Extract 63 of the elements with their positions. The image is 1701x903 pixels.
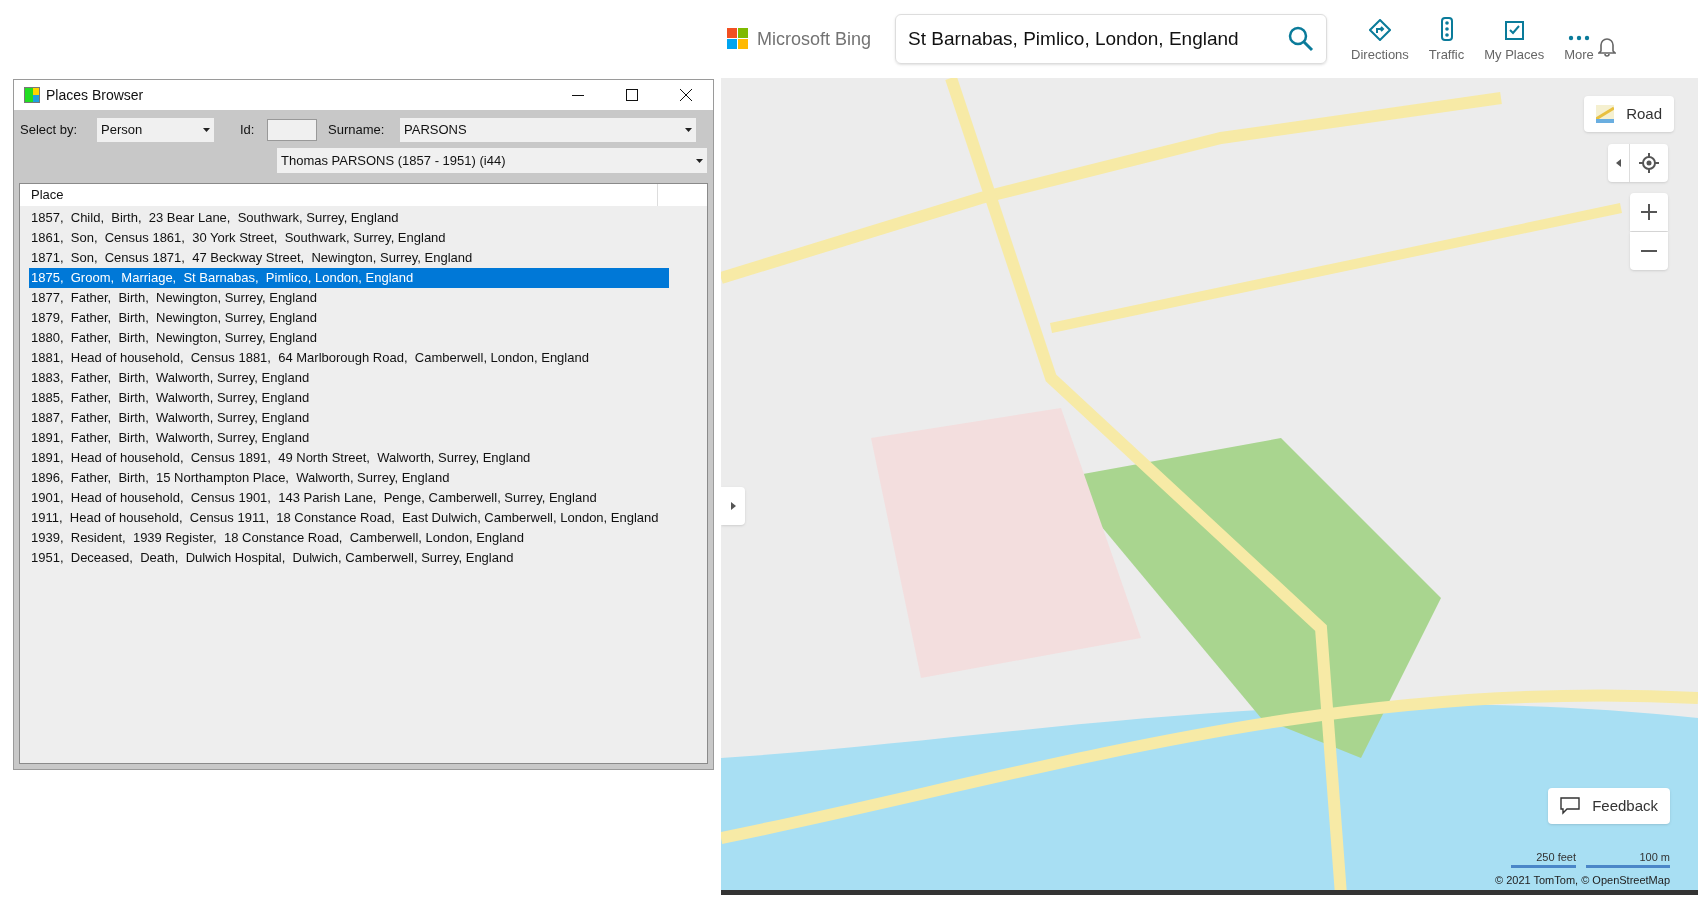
- map-style-button[interactable]: Road: [1584, 96, 1674, 132]
- target-icon: [1639, 153, 1659, 173]
- place-row[interactable]: 1871, Son, Census 1871, 47 Beckway Street, Newington, Surrey, England: [29, 248, 669, 268]
- caret-left-icon: [1616, 159, 1621, 167]
- close-icon: [680, 89, 692, 101]
- surname-dropdown[interactable]: PARSONS: [400, 118, 696, 142]
- nav-button[interactable]: My Places: [1484, 14, 1545, 64]
- place-row[interactable]: 1861, Son, Census 1861, 30 York Street, Southwark, Surrey, England: [29, 228, 669, 248]
- speech-bubble-icon: [1560, 797, 1581, 815]
- place-row[interactable]: 1951, Deceased, Death, Dulwich Hospital, Dulwich, Camberwell, Surrey, England: [29, 548, 669, 568]
- scale-label: 100 m: [1639, 852, 1670, 863]
- select-by-dropdown[interactable]: Person: [97, 118, 214, 142]
- place-row[interactable]: 1879, Father, Birth, Newington, Surrey, England: [29, 308, 669, 328]
- map-panel[interactable]: Road Feedback 250 feet 100 m © 2021 TomTom, © OpenStreetMap: [721, 78, 1698, 895]
- dropdown-caret-icon: [203, 128, 210, 132]
- feedback-button[interactable]: Feedback: [1548, 788, 1670, 824]
- place-row[interactable]: 1877, Father, Birth, Newington, Surrey, England: [29, 288, 669, 308]
- place-row[interactable]: 1885, Father, Birth, Walworth, Surrey, England: [29, 388, 669, 408]
- place-row[interactable]: 1875, Groom, Marriage, St Barnabas, Pimlico, London, England: [29, 268, 669, 288]
- logo-icon: [727, 28, 749, 50]
- plus-icon: [1641, 204, 1657, 220]
- place-row[interactable]: 1887, Father, Birth, Walworth, Surrey, England: [29, 408, 669, 428]
- search-icon[interactable]: [1288, 26, 1315, 52]
- place-row[interactable]: 1896, Father, Birth, 15 Northampton Place, Walworth, Surrey, England: [29, 468, 669, 488]
- nav-button[interactable]: Directions: [1351, 14, 1409, 64]
- surname-label: Surname:: [328, 121, 386, 140]
- dropdown-caret-icon: [696, 158, 703, 163]
- checkbox-icon: [1503, 18, 1526, 41]
- place-row[interactable]: 1881, Head of household, Census 1881, 64 Marlborough Road, Camberwell, London, England: [29, 348, 669, 368]
- place-row[interactable]: 1880, Father, Birth, Newington, Surrey, England: [29, 328, 669, 348]
- expand-panel-button[interactable]: [721, 487, 745, 525]
- search-field[interactable]: St Barnabas, Pimlico, London, England: [895, 14, 1328, 64]
- nav-button[interactable]: Traffic: [1428, 14, 1465, 64]
- app-icon: [24, 87, 40, 103]
- maximize-icon: [626, 89, 638, 101]
- select-by-label: Select by:: [20, 121, 79, 140]
- scale-label: 250 feet: [1536, 852, 1576, 863]
- more-icon: [1568, 34, 1591, 41]
- bell-icon[interactable]: [1597, 37, 1616, 57]
- place-row[interactable]: 1939, Resident, 1939 Register, 18 Constance Road, Camberwell, London, England: [29, 528, 669, 548]
- map-thumbnail-icon: [1596, 105, 1615, 123]
- place-row[interactable]: 1891, Head of household, Census 1891, 49 North Street, Walworth, Surrey, England: [29, 448, 669, 468]
- zoom-out-button[interactable]: [1630, 232, 1668, 270]
- dropdown-caret-icon: [685, 128, 692, 132]
- place-row[interactable]: 1883, Father, Birth, Walworth, Surrey, England: [29, 368, 669, 388]
- place-row[interactable]: 1857, Child, Birth, 23 Bear Lane, Southwark, Surrey, England: [29, 208, 669, 228]
- zoom-in-button[interactable]: [1630, 193, 1668, 231]
- search-input[interactable]: St Barnabas, Pimlico, London, England: [908, 24, 1289, 54]
- caret-right-icon: [730, 502, 736, 510]
- place-row[interactable]: 1901, Head of household, Census 1901, 143 Parish Lane, Penge, Camberwell, Surrey, England: [29, 488, 669, 508]
- copyright-text: © 2021 TomTom, © OpenStreetMap: [1495, 873, 1670, 888]
- scale-bar: [1511, 865, 1576, 868]
- minimize-icon: [572, 94, 584, 96]
- minus-icon: [1641, 250, 1657, 252]
- id-field[interactable]: [267, 119, 317, 141]
- place-row[interactable]: 1911, Head of household, Census 1911, 18 Constance Road, East Dulwich, Camberwell, London, England: [29, 508, 669, 528]
- window-title: Places Browser: [46, 85, 144, 105]
- person-dropdown[interactable]: Thomas PARSONS (1857 - 1951) (i44): [277, 148, 707, 173]
- place-row[interactable]: 1891, Father, Birth, Walworth, Surrey, England: [29, 428, 669, 448]
- id-label: Id:: [240, 121, 256, 140]
- logo-text: Microsoft Bing: [757, 27, 872, 51]
- nav-button[interactable]: More: [1564, 14, 1594, 64]
- diamond-arrow-icon: [1368, 18, 1391, 41]
